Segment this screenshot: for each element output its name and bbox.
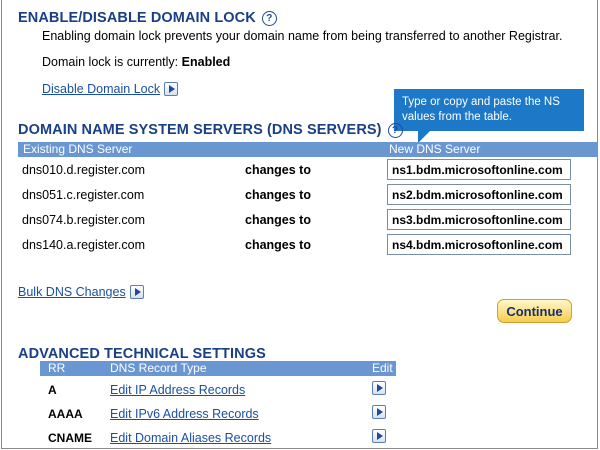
- col-dns-record-type: DNS Record Type: [110, 361, 207, 375]
- changes-to-label: changes to: [245, 238, 311, 252]
- edit-record-link[interactable]: Edit IPv6 Address Records: [110, 407, 259, 421]
- domain-lock-status-value: Enabled: [181, 55, 231, 69]
- col-rr: RR: [48, 361, 66, 375]
- existing-dns-server: dns010.d.register.com: [22, 163, 145, 177]
- instruction-callout: Type or copy and paste the NS values fro…: [394, 89, 584, 143]
- record-row: AAAA Edit IPv6 Address Records: [40, 402, 396, 426]
- help-icon[interactable]: ?: [261, 10, 277, 26]
- new-dns-input[interactable]: [387, 209, 571, 230]
- new-dns-input[interactable]: [387, 159, 571, 180]
- dns-section: DOMAIN NAME SYSTEM SERVERS (DNS SERVERS)…: [18, 122, 403, 138]
- arrow-right-icon[interactable]: [372, 381, 386, 395]
- disable-domain-lock-link[interactable]: Disable Domain Lock: [42, 82, 160, 96]
- advanced-table-header: RR DNS Record Type Edit: [40, 361, 396, 376]
- record-rr: A: [48, 383, 57, 397]
- domain-lock-status-label: Domain lock is currently:: [42, 55, 179, 69]
- arrow-right-icon[interactable]: [372, 405, 386, 419]
- existing-dns-server: dns051.c.register.com: [22, 188, 145, 202]
- dns-row: dns010.d.register.com changes to: [18, 159, 578, 183]
- advanced-title: ADVANCED TECHNICAL SETTINGS: [18, 346, 266, 362]
- record-rr: AAAA: [48, 407, 83, 421]
- record-rr: CNAME: [48, 431, 92, 445]
- domain-lock-title: ENABLE/DISABLE DOMAIN LOCK: [18, 10, 256, 26]
- new-dns-input[interactable]: [387, 234, 571, 255]
- col-existing-dns: Existing DNS Server: [23, 142, 133, 156]
- existing-dns-server: dns140.a.register.com: [22, 238, 145, 252]
- bulk-dns-changes-link[interactable]: Bulk DNS Changes: [18, 285, 126, 299]
- record-row: CNAME Edit Domain Aliases Records: [40, 426, 396, 450]
- edit-record-link[interactable]: Edit IP Address Records: [110, 383, 245, 397]
- disable-domain-lock: Disable Domain Lock: [42, 80, 179, 98]
- changes-to-label: changes to: [245, 188, 311, 202]
- domain-lock-status: Domain lock is currently: Enabled: [42, 55, 230, 69]
- dns-row: dns074.b.register.com changes to: [18, 209, 578, 233]
- arrow-right-icon[interactable]: [164, 81, 179, 96]
- domain-lock-section: ENABLE/DISABLE DOMAIN LOCK?: [18, 10, 277, 26]
- new-dns-input[interactable]: [387, 184, 571, 205]
- col-edit: Edit: [372, 361, 393, 375]
- arrow-right-icon[interactable]: [129, 284, 144, 299]
- dns-row: dns140.a.register.com changes to: [18, 234, 578, 258]
- help-icon[interactable]: ?: [387, 122, 403, 138]
- existing-dns-server: dns074.b.register.com: [22, 213, 145, 227]
- continue-button[interactable]: Continue: [497, 299, 572, 323]
- bulk-dns-changes: Bulk DNS Changes: [18, 283, 144, 301]
- dns-row: dns051.c.register.com changes to: [18, 184, 578, 208]
- col-new-dns: New DNS Server: [389, 142, 481, 156]
- record-row: A Edit IP Address Records: [40, 378, 396, 402]
- domain-lock-description: Enabling domain lock prevents your domai…: [42, 29, 563, 43]
- edit-record-link[interactable]: Edit Domain Aliases Records: [110, 431, 271, 445]
- arrow-right-icon[interactable]: [372, 429, 386, 443]
- changes-to-label: changes to: [245, 163, 311, 177]
- dns-table-header: Existing DNS Server New DNS Server: [18, 142, 598, 157]
- changes-to-label: changes to: [245, 213, 311, 227]
- dns-title: DOMAIN NAME SYSTEM SERVERS (DNS SERVERS): [18, 122, 382, 138]
